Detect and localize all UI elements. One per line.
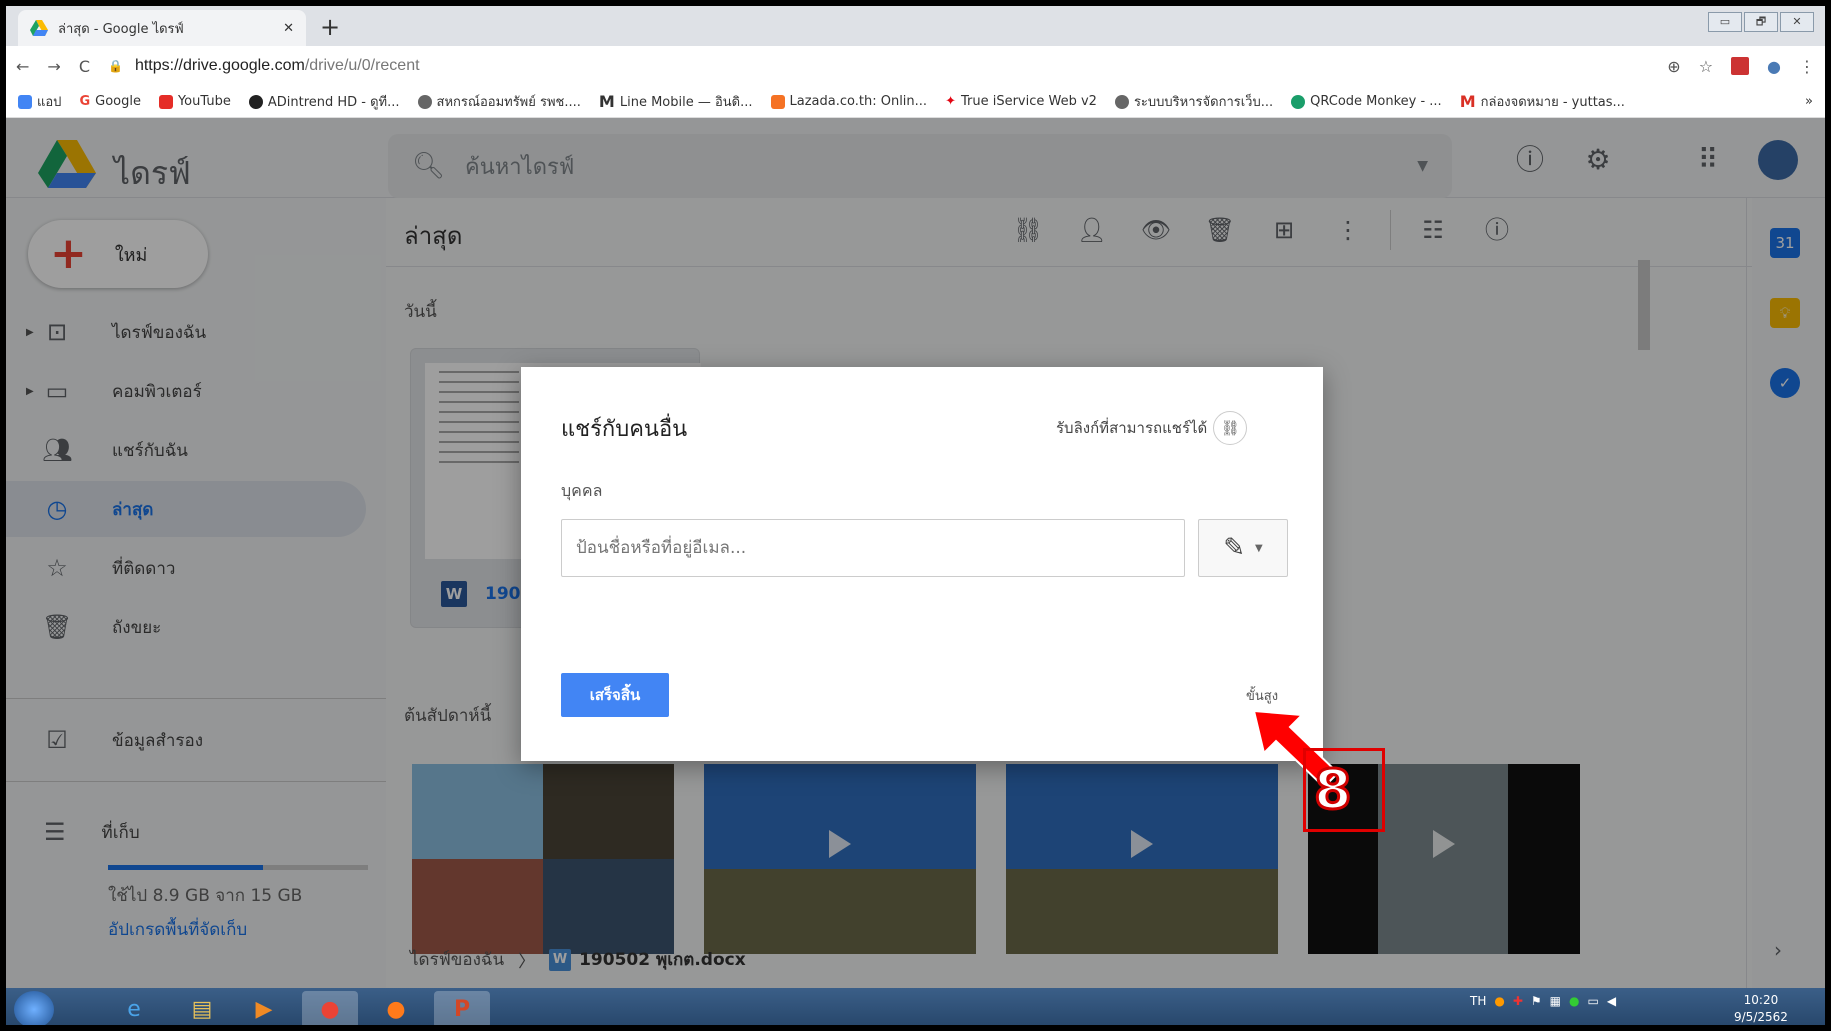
youtube-icon	[158, 94, 173, 109]
people-email-input[interactable]	[561, 519, 1185, 577]
file-explorer-icon[interactable]: ▤	[174, 991, 230, 1025]
tray-icon[interactable]: ✚	[1513, 994, 1523, 1008]
close-window-button[interactable]: ✕	[1780, 12, 1814, 32]
tray-icon[interactable]: ●	[1494, 994, 1504, 1008]
clock[interactable]: 10:20 9/5/2562	[1734, 992, 1788, 1025]
forward-icon[interactable]: →	[47, 57, 60, 76]
volume-icon[interactable]: ◀	[1607, 994, 1616, 1008]
line-mobile-icon: M	[598, 92, 615, 111]
bookmark-label: Google	[95, 94, 141, 109]
true-icon: ✦	[945, 94, 956, 109]
bookmark-coop[interactable]: สหกรณ์ออมทรัพย์ รพช....	[417, 91, 581, 112]
address-bar[interactable]: 🔒 https://drive.google.com/drive/u/0/rec…	[108, 51, 1649, 81]
dropdown-arrow-icon: ▼	[1255, 542, 1263, 554]
bookmark-label: ระบบบริหารจัดการเว็บ...	[1133, 95, 1274, 110]
minimize-button[interactable]: ▭	[1708, 12, 1742, 32]
tab-strip: ล่าสุด - Google ไดรฟ์ ✕ + ▭ 🗗 ✕	[6, 6, 1825, 46]
bookmark-youtube[interactable]: YouTube	[158, 94, 231, 109]
url-path: /drive/u/0/recent	[304, 57, 420, 74]
reload-icon[interactable]: C	[79, 57, 90, 76]
window-controls: ▭ 🗗 ✕	[1708, 12, 1814, 32]
get-shareable-link[interactable]: รับลิงก์ที่สามารถแชร์ได้ ⛓	[1056, 411, 1248, 445]
bookmark-star-icon[interactable]: ☆	[1699, 57, 1713, 76]
browser-tab[interactable]: ล่าสุด - Google ไดรฟ์ ✕	[18, 10, 306, 46]
back-icon[interactable]: ←	[16, 57, 29, 76]
monitor-icon[interactable]: ▭	[1588, 994, 1599, 1008]
bookmark-gmail[interactable]: M กล่องจดหมาย - yuttas...	[1460, 91, 1625, 112]
pencil-icon: ✎	[1223, 533, 1246, 563]
media-player-icon[interactable]: ▶	[236, 991, 292, 1025]
windows-taskbar: e ▤ ▶ ● ● P TH ● ✚ ⚑ ▦ ● ▭ ◀ 10:20 9/5/2…	[6, 988, 1825, 1025]
clock-date: 9/5/2562	[1734, 1010, 1788, 1024]
chrome-taskbar-icon[interactable]: ●	[302, 991, 358, 1025]
bookmark-apps[interactable]: แอป	[18, 91, 61, 112]
adintrend-icon	[248, 94, 263, 109]
pdf-extension-icon[interactable]	[1731, 57, 1750, 75]
get-link-label: รับลิงก์ที่สามารถแชร์ได้	[1056, 419, 1208, 437]
qrcode-monkey-icon	[1291, 94, 1306, 109]
bookmark-label: แอป	[37, 95, 62, 110]
gmail-icon: M	[1459, 92, 1476, 111]
bookmark-label: กล่องจดหมาย - yuttas...	[1480, 95, 1625, 110]
permission-dropdown[interactable]: ✎ ▼	[1198, 519, 1288, 577]
new-tab-button[interactable]: +	[316, 14, 344, 42]
bookmark-label: ADintrend HD - ดูที...	[267, 95, 400, 110]
system-tray: TH ● ✚ ⚑ ▦ ● ▭ ◀	[1470, 994, 1616, 1008]
bookmarks-bar: แอป G Google YouTube ADintrend HD - ดูที.…	[6, 86, 1825, 118]
globe-icon	[417, 94, 432, 109]
internet-explorer-icon[interactable]: e	[106, 991, 162, 1025]
dialog-title: แชร์กับคนอื่น	[561, 417, 688, 442]
globe-icon	[1114, 94, 1129, 109]
close-tab-icon[interactable]: ✕	[283, 21, 294, 36]
drive-favicon-icon	[30, 20, 48, 36]
bookmark-true-iservice[interactable]: ✦ True iService Web v2	[945, 94, 1097, 109]
tray-icon[interactable]: ●	[1569, 994, 1579, 1008]
link-icon[interactable]: ⛓	[1213, 411, 1248, 445]
clock-time: 10:20	[1743, 993, 1779, 1007]
profile-icon[interactable]: ●	[1767, 57, 1781, 76]
annotation-step-number: 8	[1313, 757, 1354, 822]
browser-window: ล่าสุด - Google ไดรฟ์ ✕ + ▭ 🗗 ✕ ← → C 🔒 …	[6, 6, 1825, 1025]
advanced-link[interactable]: ขั้นสูง	[1246, 685, 1278, 706]
bookmark-lazada[interactable]: Lazada.co.th: Onlin...	[770, 94, 928, 109]
bookmark-label: สหกรณ์ออมทรัพย์ รพช....	[436, 95, 581, 110]
browser-toolbar: ← → C 🔒 https://drive.google.com/drive/u…	[6, 46, 1825, 86]
flag-icon[interactable]: ⚑	[1531, 994, 1542, 1008]
share-dialog: แชร์กับคนอื่น รับลิงก์ที่สามารถแชร์ได้ ⛓…	[521, 367, 1323, 761]
people-label: บุคคล	[561, 481, 603, 500]
tab-title: ล่าสุด - Google ไดรฟ์	[58, 21, 184, 37]
zoom-icon[interactable]: ⊕	[1667, 57, 1680, 76]
network-icon[interactable]: ▦	[1550, 994, 1561, 1008]
language-indicator[interactable]: TH	[1470, 994, 1486, 1008]
bookmark-adintrend[interactable]: ADintrend HD - ดูที...	[248, 91, 400, 112]
bookmark-label: Lazada.co.th: Onlin...	[789, 94, 928, 109]
url-domain: https://drive.google.com	[134, 57, 305, 74]
bookmark-label: True iService Web v2	[960, 94, 1097, 109]
bookmark-label: YouTube	[177, 94, 231, 109]
bookmark-label: Line Mobile — อินดิ...	[619, 95, 753, 110]
bookmark-google[interactable]: G Google	[79, 94, 141, 109]
bookmark-label: QRCode Monkey - ...	[1310, 94, 1442, 109]
lazada-icon	[770, 94, 785, 109]
apps-grid-icon	[18, 94, 32, 109]
lock-icon: 🔒	[107, 59, 123, 73]
firefox-icon[interactable]: ●	[368, 991, 424, 1025]
powerpoint-icon[interactable]: P	[434, 991, 490, 1025]
google-icon: G	[79, 94, 91, 109]
start-button[interactable]	[14, 991, 54, 1025]
bookmark-line-mobile[interactable]: M Line Mobile — อินดิ...	[599, 91, 753, 112]
bookmark-qrcode-monkey[interactable]: QRCode Monkey - ...	[1291, 94, 1442, 109]
more-bookmarks-icon[interactable]: »	[1805, 94, 1813, 109]
bookmark-web-admin[interactable]: ระบบบริหารจัดการเว็บ...	[1114, 91, 1274, 112]
maximize-button[interactable]: 🗗	[1744, 12, 1778, 32]
done-button[interactable]: เสร็จสิ้น	[561, 673, 669, 717]
menu-kebab-icon[interactable]: ⋮	[1799, 57, 1815, 76]
